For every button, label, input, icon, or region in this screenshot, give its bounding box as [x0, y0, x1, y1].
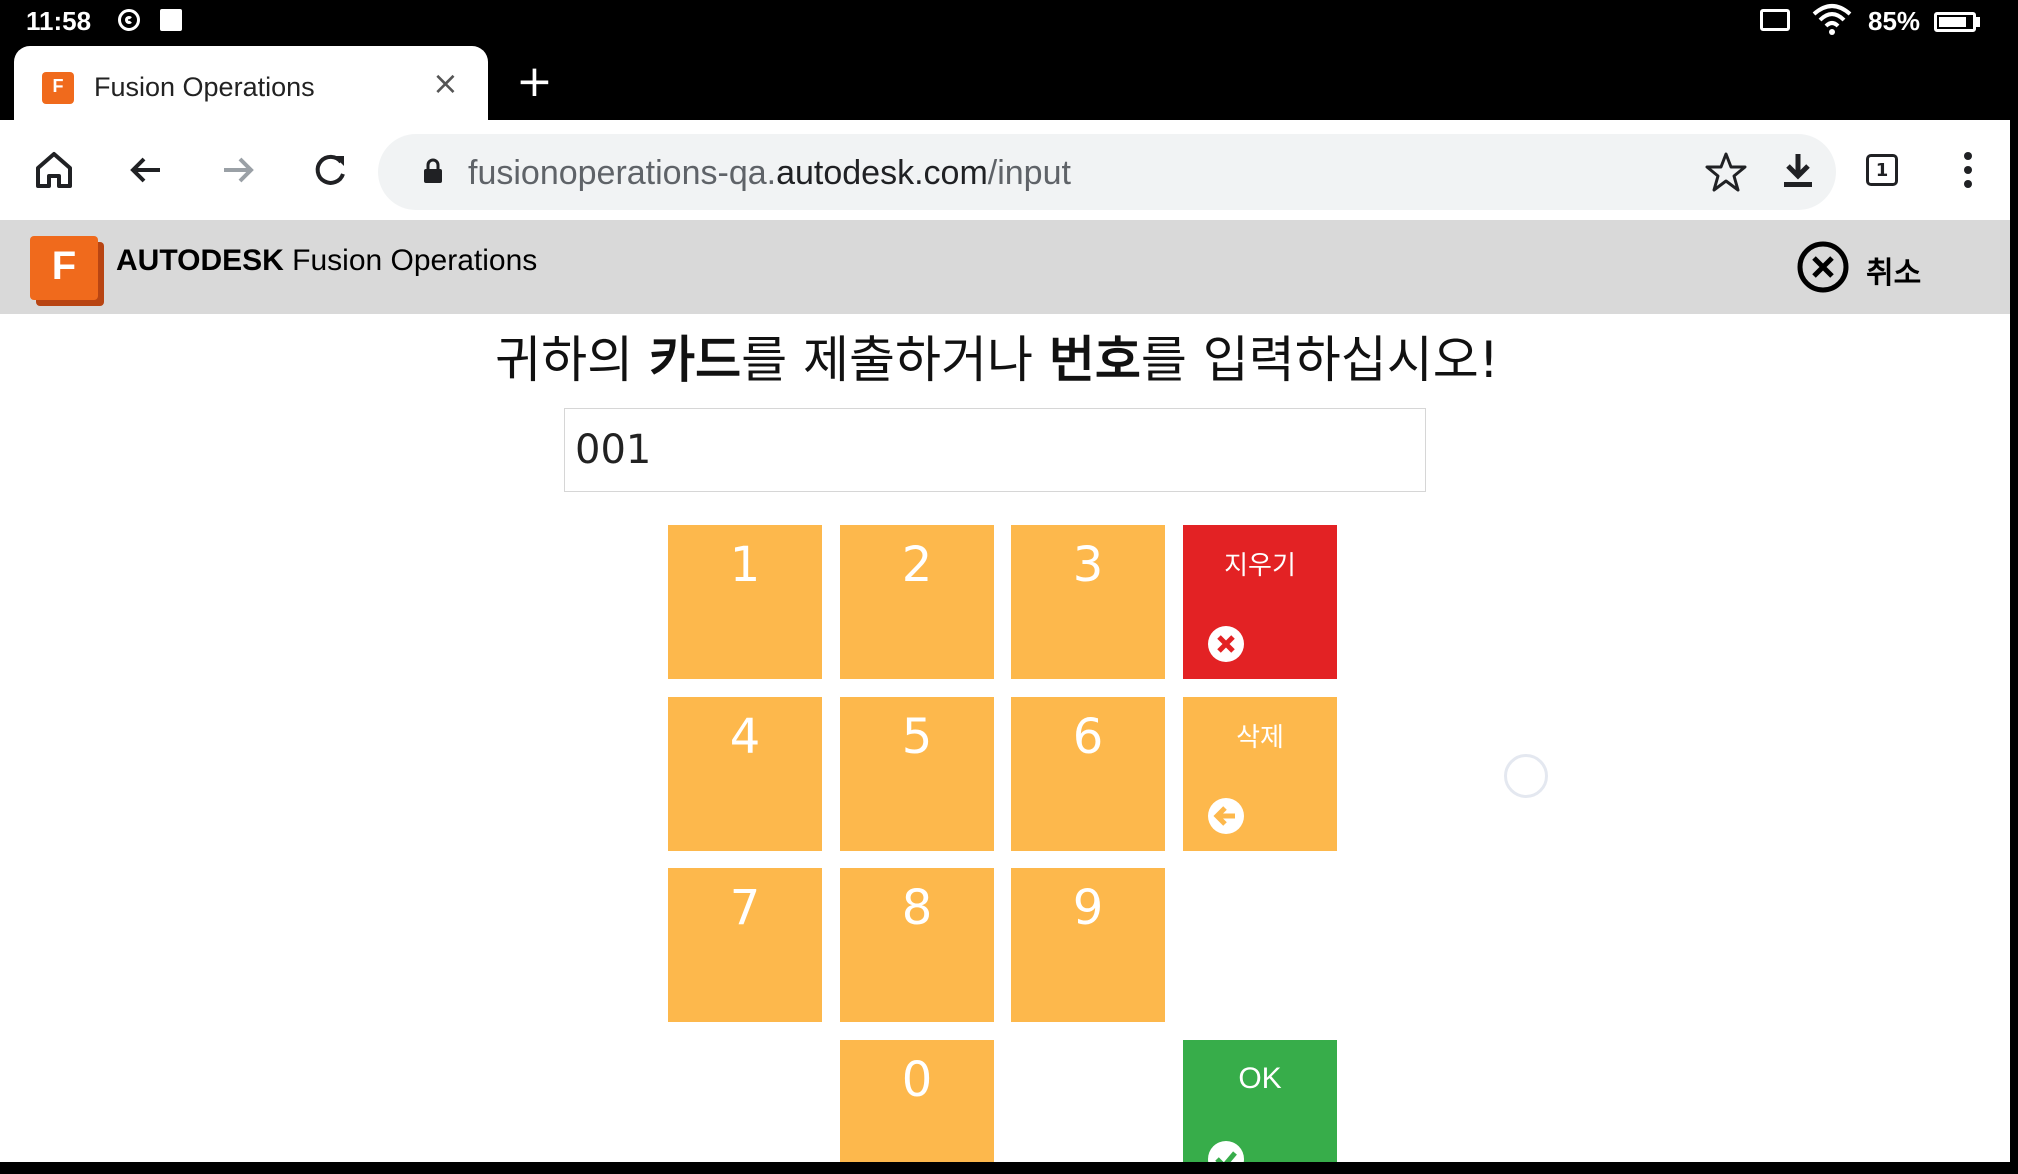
- clear-button[interactable]: 지우기: [1183, 525, 1337, 679]
- download-icon[interactable]: [1772, 144, 1824, 196]
- cancel-circle-x-icon[interactable]: [1796, 240, 1850, 294]
- url-text: fusionoperations-qa.autodesk.com/input: [468, 154, 1071, 192]
- ok-button[interactable]: OK: [1183, 1040, 1337, 1162]
- cast-icon: [1760, 9, 1790, 31]
- fusion-operations-logo: F: [30, 236, 98, 300]
- key-9[interactable]: 9: [1011, 868, 1165, 1022]
- app-page: F AUTODESK Fusion Operations 취소 귀하의 카드를 …: [0, 220, 2010, 1162]
- sync-icon: [118, 9, 140, 31]
- home-icon[interactable]: [28, 144, 80, 196]
- backspace-arrow-icon: [1208, 798, 1244, 834]
- browser-toolbar: fusionoperations-qa.autodesk.com/input 1: [0, 120, 2010, 220]
- key-5[interactable]: 5: [840, 697, 994, 851]
- key-3[interactable]: 3: [1011, 525, 1165, 679]
- browser-tab[interactable]: F Fusion Operations ×: [14, 46, 488, 120]
- lock-icon: [424, 158, 442, 183]
- wifi-icon: [1812, 4, 1852, 35]
- menu-icon[interactable]: [1942, 144, 1994, 196]
- number-input[interactable]: [564, 408, 1426, 492]
- tabs-icon[interactable]: 1: [1856, 144, 1908, 196]
- app-header: F AUTODESK Fusion Operations 취소: [0, 220, 2010, 314]
- notification-icon: [160, 9, 182, 31]
- delete-button[interactable]: 삭제: [1183, 697, 1337, 851]
- address-bar[interactable]: fusionoperations-qa.autodesk.com/input: [378, 134, 1836, 210]
- battery-icon: [1934, 12, 1976, 32]
- ok-check-icon: [1208, 1141, 1244, 1162]
- forward-icon[interactable]: [212, 144, 264, 196]
- tab-close-icon[interactable]: ×: [432, 66, 459, 100]
- screen-frame-bottom: [0, 1162, 2018, 1174]
- key-2[interactable]: 2: [840, 525, 994, 679]
- tab-favicon-icon: F: [42, 72, 74, 104]
- key-7[interactable]: 7: [668, 868, 822, 1022]
- key-0[interactable]: 0: [840, 1040, 994, 1162]
- key-6[interactable]: 6: [1011, 697, 1165, 851]
- battery-tip: [1976, 17, 1980, 27]
- back-icon[interactable]: [120, 144, 172, 196]
- reload-icon[interactable]: [304, 144, 356, 196]
- loading-spinner-icon: [1504, 754, 1548, 798]
- star-icon[interactable]: [1702, 148, 1750, 196]
- page-prompt: 귀하의 카드를 제출하거나 번호를 입력하십시오!: [495, 331, 1499, 389]
- key-1[interactable]: 1: [668, 525, 822, 679]
- screen-frame-right: [2010, 120, 2018, 1174]
- brand-title: AUTODESK Fusion Operations: [116, 244, 538, 277]
- status-bar: 11:58 85%: [0, 0, 2018, 46]
- battery-percent: 85%: [1868, 6, 1921, 36]
- status-time: 11:58: [26, 6, 92, 36]
- tab-strip: F Fusion Operations × +: [0, 46, 2018, 120]
- key-8[interactable]: 8: [840, 868, 994, 1022]
- key-4[interactable]: 4: [668, 697, 822, 851]
- cancel-button[interactable]: 취소: [1866, 248, 1921, 292]
- new-tab-button[interactable]: +: [516, 60, 553, 104]
- clear-x-icon: [1208, 626, 1244, 662]
- tab-count: 1: [1866, 154, 1898, 186]
- tab-title: Fusion Operations: [94, 72, 315, 102]
